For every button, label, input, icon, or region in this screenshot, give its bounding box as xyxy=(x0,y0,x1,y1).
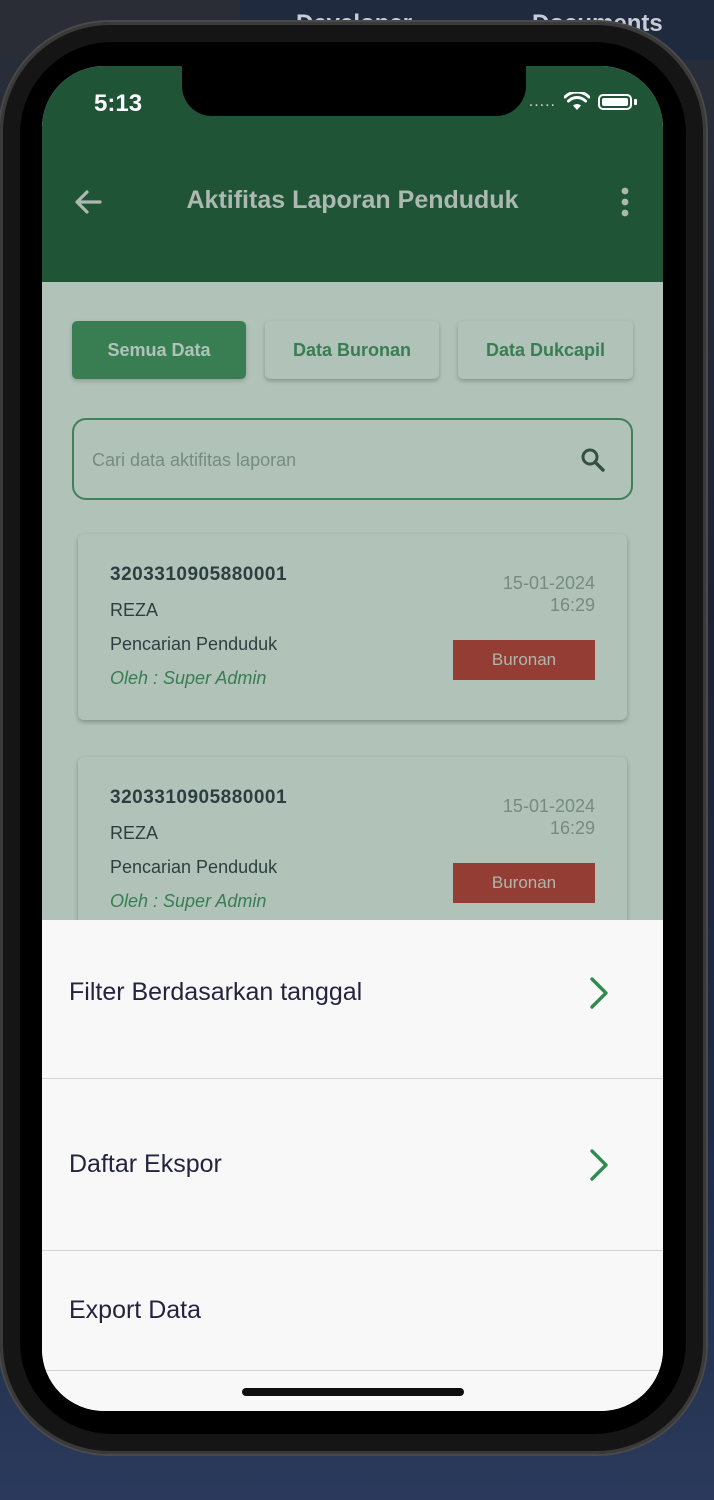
wifi-icon xyxy=(564,92,590,110)
report-datetime: 15-01-2024 16:29 xyxy=(455,572,595,616)
report-nik: 3203310905880001 xyxy=(110,564,288,585)
report-datetime: 15-01-2024 16:29 xyxy=(455,795,595,839)
battery-cap xyxy=(634,99,637,105)
status-time: 5:13 xyxy=(94,90,143,117)
status-badge: Buronan xyxy=(453,863,595,903)
sheet-item-filter-tanggal[interactable]: Filter Berdasarkan tanggal xyxy=(42,920,663,1079)
sheet-item-daftar-ekspor[interactable]: Daftar Ekspor xyxy=(42,1079,663,1251)
chip-data-dukcapil[interactable]: Data Dukcapil xyxy=(458,321,633,379)
report-time: 16:29 xyxy=(549,595,595,615)
report-nik: 3203310905880001 xyxy=(110,787,288,808)
report-activity: Pencarian Penduduk xyxy=(110,634,278,654)
status-icons: ..... xyxy=(529,92,637,112)
report-author: Oleh : Super Admin xyxy=(110,891,267,911)
chip-data-buronan[interactable]: Data Buronan xyxy=(265,321,439,379)
sheet-item-export-data[interactable]: Export Data xyxy=(42,1251,663,1371)
sheet-item-label: Export Data xyxy=(69,1296,202,1324)
chevron-right-icon xyxy=(590,977,608,1009)
report-time: 16:29 xyxy=(549,818,595,838)
report-author: Oleh : Super Admin xyxy=(110,668,267,688)
report-name: REZA xyxy=(110,600,159,620)
chevron-right-icon xyxy=(590,1149,608,1181)
sheet-item-label: Daftar Ekspor xyxy=(69,1150,222,1178)
search-icon[interactable] xyxy=(579,446,607,474)
chip-semua-data[interactable]: Semua Data xyxy=(72,321,246,379)
report-activity: Pencarian Penduduk xyxy=(110,857,278,877)
phone-screen: 5:13 ..... Aktifitas Laporan Penduduk Se… xyxy=(42,66,663,1411)
report-date: 15-01-2024 xyxy=(502,796,595,816)
report-name: REZA xyxy=(110,823,159,843)
home-indicator[interactable] xyxy=(242,1388,464,1396)
signal-dots-icon: ..... xyxy=(528,93,556,110)
more-vertical-icon[interactable] xyxy=(613,184,637,220)
report-card[interactable]: 3203310905880001 REZA Pencarian Penduduk… xyxy=(78,757,627,943)
notch xyxy=(182,66,526,116)
bottom-sheet: Filter Berdasarkan tanggal Daftar Ekspor… xyxy=(42,920,663,1411)
search-input[interactable]: Cari data aktifitas laporan xyxy=(72,418,633,500)
page-title: Aktifitas Laporan Penduduk xyxy=(186,186,519,214)
status-badge: Buronan xyxy=(453,640,595,680)
battery-icon xyxy=(598,94,632,110)
report-card[interactable]: 3203310905880001 REZA Pencarian Penduduk… xyxy=(78,534,627,720)
search-placeholder: Cari data aktifitas laporan xyxy=(92,450,297,470)
report-list-content: Semua Data Data Buronan Data Dukcapil Ca… xyxy=(42,282,663,943)
sheet-item-label: Filter Berdasarkan tanggal xyxy=(69,978,363,1006)
report-date: 15-01-2024 xyxy=(502,573,595,593)
